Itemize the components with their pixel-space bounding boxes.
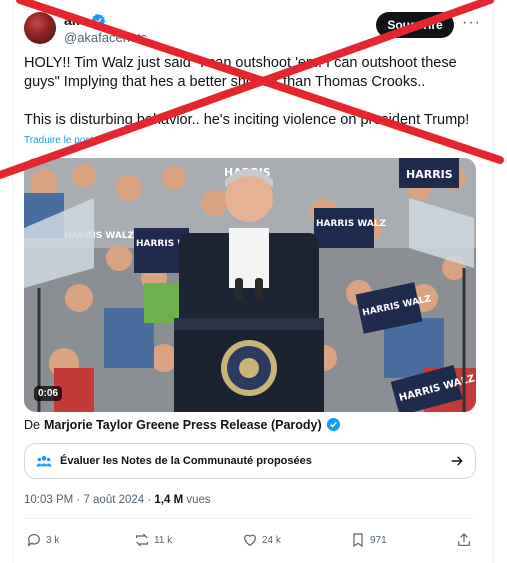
tweet-meta: 10:03 PM · 7 août 2024 · 1,4 M vues	[24, 494, 211, 506]
heart-icon	[244, 534, 256, 547]
rally-scene-image: HARRIS HARRIS HARRIS WALZ HARRIS WALZ HA…	[24, 158, 476, 412]
repost-count: 11 k	[154, 534, 173, 546]
share-button[interactable]	[456, 532, 472, 548]
sign-label-3: HARRIS WALZ	[316, 219, 387, 229]
author-name-row[interactable]: aka	[64, 12, 106, 28]
tweet-text: HOLY!! Tim Walz just said "I can outshoo…	[24, 54, 474, 130]
reply-icon	[27, 534, 40, 547]
source-prefix: De	[24, 417, 40, 432]
share-icon	[458, 533, 470, 546]
community-notes-button[interactable]: Évaluer les Notes de la Communauté propo…	[24, 443, 476, 479]
translate-link[interactable]: Traduire le post	[24, 135, 93, 146]
like-button[interactable]: 24 k	[242, 532, 281, 548]
community-notes-label: Évaluer les Notes de la Communauté propo…	[60, 455, 312, 467]
timestamp[interactable]: 10:03 PM · 7 août 2024 ·	[24, 494, 154, 506]
more-options-icon[interactable]: ···	[462, 14, 481, 32]
view-count: 1,4 M	[154, 494, 184, 506]
repost-button[interactable]: 11 k	[134, 532, 172, 548]
people-icon	[36, 456, 52, 467]
source-verified-icon	[326, 417, 340, 432]
author-name[interactable]: aka	[64, 12, 87, 28]
video-player[interactable]: HARRIS HARRIS HARRIS WALZ HARRIS WALZ HA…	[24, 158, 476, 412]
tweet-paragraph-1: HOLY!! Tim Walz just said "I can outshoo…	[24, 55, 457, 90]
arrow-right-icon	[451, 456, 463, 466]
source-attribution: De Marjorie Taylor Greene Press Release …	[24, 417, 341, 432]
bookmark-icon	[353, 533, 363, 548]
author-handle[interactable]: @akafacehots	[64, 30, 147, 45]
tweet-paragraph-2: This is disturbing behavior.. he's incit…	[24, 112, 470, 128]
sign-label-1: HARRIS	[406, 168, 453, 181]
divider	[24, 518, 476, 519]
reply-count: 3 k	[46, 534, 60, 546]
bookmark-count: 971	[370, 534, 387, 546]
like-count: 24 k	[262, 534, 281, 546]
avatar[interactable]	[24, 12, 56, 44]
bookmark-button[interactable]: 971	[350, 532, 387, 548]
reply-button[interactable]: 3 k	[26, 532, 59, 548]
verified-badge-icon	[91, 13, 106, 27]
views-label: vues	[183, 494, 211, 506]
video-timecode: 0:06	[34, 386, 63, 401]
repost-icon	[136, 533, 148, 547]
subscribe-button[interactable]: Souscrire	[376, 12, 454, 38]
source-account-link[interactable]: Marjorie Taylor Greene Press Release (Pa…	[44, 418, 322, 432]
